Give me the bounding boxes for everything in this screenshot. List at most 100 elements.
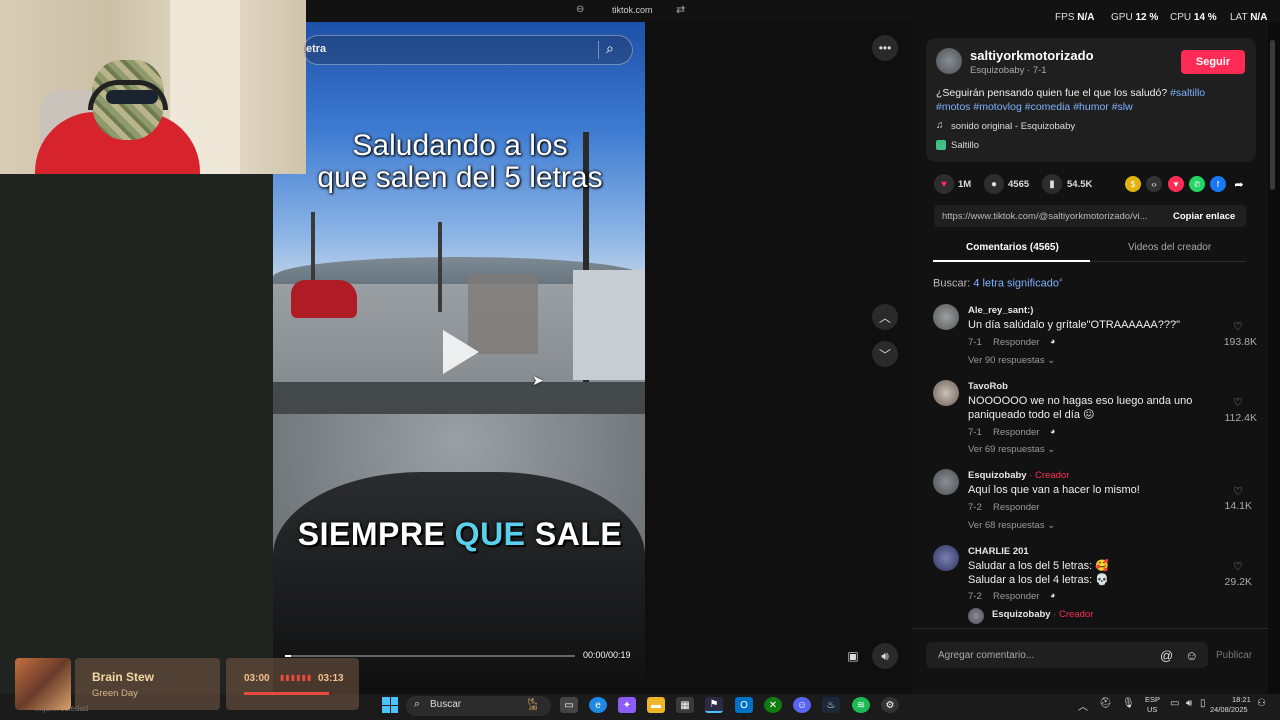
volume-button[interactable]: 🔊︎ xyxy=(872,643,898,669)
windows-start-icon[interactable] xyxy=(382,697,398,713)
input-language[interactable]: ESP xyxy=(1145,695,1160,704)
comment-heart-icon[interactable]: ♡ xyxy=(1233,320,1243,333)
comment-heart-icon[interactable]: ♡ xyxy=(1233,560,1243,573)
discord-icon[interactable]: ☺ xyxy=(793,697,811,713)
browser-active-icon[interactable]: ⚑ xyxy=(705,697,723,713)
view-replies-button[interactable]: Ver 68 respuestas ⌄ xyxy=(968,520,1055,531)
share-coins-icon[interactable]: $ xyxy=(1125,176,1141,192)
video-red-car xyxy=(291,280,357,318)
save-button[interactable]: ▮ xyxy=(1042,174,1062,194)
comment-button[interactable]: ● xyxy=(984,174,1004,194)
clock-time[interactable]: 18:21 xyxy=(1232,695,1251,704)
video-search-text[interactable]: etra xyxy=(306,43,326,55)
speaker-icon[interactable]: 🔊︎ xyxy=(1186,698,1192,709)
embed-code-icon[interactable]: ‹› xyxy=(1146,176,1162,192)
input-layout[interactable]: US xyxy=(1147,705,1157,714)
reply-avatar[interactable] xyxy=(968,608,984,624)
file-explorer-icon[interactable]: ▬ xyxy=(647,697,665,713)
edge-browser-icon[interactable]: e xyxy=(589,697,607,713)
music-link[interactable]: sonido original - Esquizobaby xyxy=(951,121,1075,132)
reply-button[interactable]: Responder xyxy=(993,337,1039,348)
page-left-background xyxy=(0,174,273,694)
comment-heart-icon[interactable]: ♡ xyxy=(1233,485,1243,498)
link-icon[interactable]: ⊖ xyxy=(576,4,584,15)
tab-creator-videos[interactable]: Videos del creador xyxy=(1128,242,1211,253)
notification-icon[interactable]: ⚇ xyxy=(1257,698,1266,709)
emoji-icon[interactable]: ☺ xyxy=(1185,648,1198,663)
hashtag[interactable]: #humor xyxy=(1073,101,1109,113)
comment-avatar[interactable] xyxy=(933,304,959,330)
comment-username[interactable]: TavoRob xyxy=(968,381,1008,392)
tray-chevron-up-icon[interactable]: ︿ xyxy=(1078,698,1088,713)
search-icon: ⌕ xyxy=(414,698,421,710)
comment-username[interactable]: Ale_rey_sant:) xyxy=(968,305,1033,316)
share-arrow-icon[interactable]: ➦ xyxy=(1231,176,1247,192)
battery-icon[interactable]: ▯ xyxy=(1200,698,1206,709)
app-icon[interactable]: ⚙ xyxy=(881,697,899,713)
hashtag[interactable]: #saltillo xyxy=(1170,87,1205,99)
whatsapp-icon[interactable]: ✆ xyxy=(1189,176,1205,192)
follow-button[interactable]: Seguir xyxy=(1181,50,1245,74)
video-caption: SIEMPRE QUE SALE xyxy=(297,516,623,552)
comment-avatar[interactable] xyxy=(933,469,959,495)
reply-button[interactable]: Responder xyxy=(993,427,1039,438)
video-progress-track[interactable] xyxy=(285,655,575,657)
comment-avatar[interactable] xyxy=(933,545,959,571)
comment-heart-icon[interactable]: ♡ xyxy=(1233,396,1243,409)
comment-avatar[interactable] xyxy=(933,380,959,406)
comment-input-placeholder[interactable]: Agregar comentario... xyxy=(938,650,1034,661)
publish-button[interactable]: Publicar xyxy=(1216,650,1252,661)
task-view-icon[interactable]: ▭ xyxy=(560,697,578,713)
clock-date[interactable]: 24/08/2025 xyxy=(1210,705,1248,714)
tab-comments[interactable]: Comentarios (4565) xyxy=(966,242,1059,253)
hashtag[interactable]: #comedia xyxy=(1025,101,1071,113)
view-replies-button[interactable]: Ver 69 respuestas ⌄ xyxy=(968,444,1055,455)
mention-icon[interactable]: @ xyxy=(1160,648,1173,663)
swap-icon[interactable]: ⇄ xyxy=(676,3,685,16)
deer-widget-icon[interactable]: 🦌︎ xyxy=(525,697,540,711)
miniplayer-button[interactable]: ▣ xyxy=(840,643,866,669)
comment-search-suggestion[interactable]: Buscar: 4 letra significado⌕ xyxy=(933,277,1063,290)
video-overlay-title: Saludando a los que salen del 5 letras xyxy=(290,130,630,194)
comment-date: 7-2 xyxy=(968,591,982,602)
microphone-icon[interactable]: 🎙︎ xyxy=(1122,698,1135,709)
taskbar-search-label[interactable]: Buscar xyxy=(430,699,461,710)
network-icon[interactable]: ▭ xyxy=(1170,698,1179,709)
reply-username[interactable]: Esquizobaby · Creador xyxy=(992,609,1093,620)
address-bar-url[interactable]: tiktok.com xyxy=(612,5,653,15)
hashtag[interactable]: #motovlog xyxy=(973,101,1021,113)
play-icon[interactable] xyxy=(443,330,479,374)
reply-button[interactable]: Responder xyxy=(993,591,1039,602)
comment-username[interactable]: CHARLIE 201 xyxy=(968,546,1029,557)
like-button[interactable]: ♥ xyxy=(934,174,954,194)
hashtag[interactable]: #motos xyxy=(936,101,970,113)
creator-avatar[interactable] xyxy=(936,48,962,74)
copy-link-button[interactable]: Copiar enlace xyxy=(1173,211,1235,222)
send-icon[interactable]: ▼ xyxy=(1168,176,1184,192)
search-icon[interactable]: ⌕ xyxy=(606,40,614,57)
spotify-icon[interactable]: ≋ xyxy=(852,697,870,713)
webcam-overlay xyxy=(0,0,306,174)
reply-button[interactable]: Responder xyxy=(993,502,1039,513)
creator-username[interactable]: saltiyorkmotorizado xyxy=(970,48,1094,63)
tray-app-icon[interactable]: ⛑ xyxy=(1099,698,1112,709)
store-icon[interactable]: ▦ xyxy=(676,697,694,713)
view-replies-button[interactable]: Ver 90 respuestas ⌄ xyxy=(968,355,1055,366)
comment-text: Un día salúdalo y grítale"OTRAAAAAA???" xyxy=(968,319,1181,331)
facebook-icon[interactable]: f xyxy=(1210,176,1226,192)
outlook-icon[interactable]: O xyxy=(735,697,753,713)
previous-video-button[interactable]: ︿ xyxy=(872,304,898,330)
video-search-bar[interactable] xyxy=(303,35,633,65)
comment-text: Aquí los que van a hacer lo mismo! xyxy=(968,484,1140,496)
comment-username[interactable]: Esquizobaby · Creador xyxy=(968,470,1069,481)
scrollbar-thumb[interactable] xyxy=(1270,40,1275,190)
steam-icon[interactable]: ♨ xyxy=(822,697,840,713)
video-link-url[interactable]: https://www.tiktok.com/@saltiyorkmotoriz… xyxy=(942,211,1148,222)
more-options-button[interactable]: ••• xyxy=(872,35,898,61)
creator-liked-icon: ◕ xyxy=(1050,336,1056,346)
hashtag[interactable]: #slw xyxy=(1112,101,1133,113)
next-video-button[interactable]: ﹀ xyxy=(872,341,898,367)
location-link[interactable]: Saltillo xyxy=(951,140,979,151)
copilot-icon[interactable]: ✦ xyxy=(618,697,636,713)
xbox-icon[interactable]: ✕ xyxy=(764,697,782,713)
